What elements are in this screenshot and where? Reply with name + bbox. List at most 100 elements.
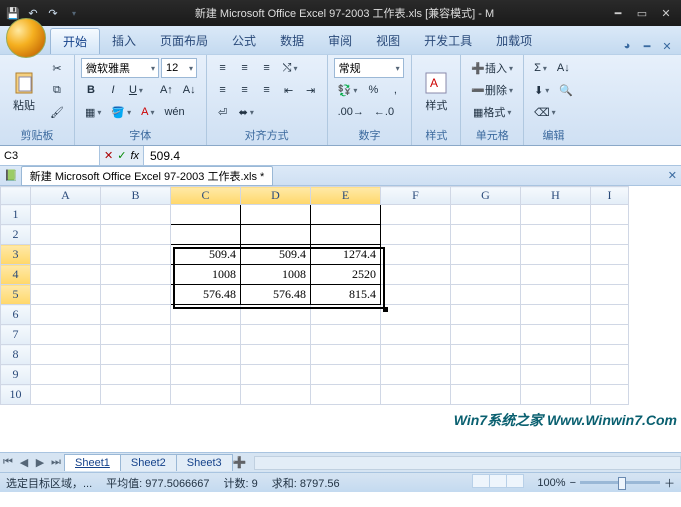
cell-G7[interactable]: [451, 325, 521, 345]
copy-button[interactable]: ⧉: [46, 80, 68, 100]
accounting-format-button[interactable]: 💱: [334, 80, 362, 100]
cell-E1[interactable]: [311, 205, 381, 225]
cell-D1[interactable]: [241, 205, 311, 225]
tab-插入[interactable]: 插入: [100, 28, 148, 54]
col-header-I[interactable]: I: [591, 187, 629, 205]
cell-F4[interactable]: [381, 265, 451, 285]
cell-C2[interactable]: [171, 225, 241, 245]
zoom-out-icon[interactable]: −: [570, 477, 576, 489]
align-top-button[interactable]: ≡: [213, 58, 233, 78]
cell-D3[interactable]: 509.4: [241, 245, 311, 265]
cell-I7[interactable]: [591, 325, 629, 345]
cell-G2[interactable]: [451, 225, 521, 245]
cell-B8[interactable]: [101, 345, 171, 365]
ribbon-help-icon[interactable]: ◕: [619, 38, 635, 54]
row-header-5[interactable]: 5: [1, 285, 31, 305]
row-header-9[interactable]: 9: [1, 365, 31, 385]
cell-F5[interactable]: [381, 285, 451, 305]
cell-D2[interactable]: [241, 225, 311, 245]
cell-H5[interactable]: [521, 285, 591, 305]
clear-button[interactable]: ⌫: [530, 102, 560, 122]
bold-button[interactable]: B: [81, 80, 101, 100]
row-header-2[interactable]: 2: [1, 225, 31, 245]
tab-数据[interactable]: 数据: [268, 28, 316, 54]
align-right-button[interactable]: ≡: [257, 80, 277, 100]
workbook-close-icon[interactable]: ✕: [668, 169, 677, 182]
cell-A5[interactable]: [31, 285, 101, 305]
cell-E10[interactable]: [311, 385, 381, 405]
col-header-E[interactable]: E: [311, 187, 381, 205]
cell-H3[interactable]: [521, 245, 591, 265]
cell-D10[interactable]: [241, 385, 311, 405]
cell-E8[interactable]: [311, 345, 381, 365]
font-color-button[interactable]: A: [137, 102, 158, 122]
paste-button[interactable]: 粘贴: [6, 58, 42, 126]
cell-C5[interactable]: 576.48: [171, 285, 241, 305]
cut-button[interactable]: ✂: [46, 58, 68, 78]
cell-H7[interactable]: [521, 325, 591, 345]
col-header-D[interactable]: D: [241, 187, 311, 205]
row-header-3[interactable]: 3: [1, 245, 31, 265]
cell-C6[interactable]: [171, 305, 241, 325]
decrease-decimal-button[interactable]: ←.0: [370, 102, 398, 122]
cell-H10[interactable]: [521, 385, 591, 405]
align-middle-button[interactable]: ≡: [235, 58, 255, 78]
cell-I2[interactable]: [591, 225, 629, 245]
formula-input[interactable]: 509.4: [144, 146, 681, 165]
qat-more-icon[interactable]: [64, 4, 82, 22]
cell-C8[interactable]: [171, 345, 241, 365]
zoom-in-icon[interactable]: ＋: [664, 475, 675, 491]
cell-I9[interactable]: [591, 365, 629, 385]
delete-cells-button[interactable]: ➖ 删除: [467, 80, 517, 100]
cell-I4[interactable]: [591, 265, 629, 285]
italic-button[interactable]: I: [103, 80, 123, 100]
sheet-tab-Sheet1[interactable]: Sheet1: [64, 454, 121, 471]
worksheet-grid[interactable]: ABCDEFGHI123509.4509.41274.4410081008252…: [0, 186, 681, 452]
cell-G5[interactable]: [451, 285, 521, 305]
row-header-7[interactable]: 7: [1, 325, 31, 345]
cell-F8[interactable]: [381, 345, 451, 365]
cell-F7[interactable]: [381, 325, 451, 345]
insert-cells-button[interactable]: ➕ 插入: [467, 58, 517, 78]
zoom-slider[interactable]: [580, 481, 660, 484]
row-header-10[interactable]: 10: [1, 385, 31, 405]
autosum-button[interactable]: Σ: [530, 58, 551, 78]
cell-E3[interactable]: 1274.4: [311, 245, 381, 265]
row-header-1[interactable]: 1: [1, 205, 31, 225]
fx-icon[interactable]: fx: [130, 150, 139, 162]
cell-I5[interactable]: [591, 285, 629, 305]
sheet-nav-last-icon[interactable]: ⏭: [48, 456, 64, 469]
new-sheet-icon[interactable]: ➕: [232, 456, 248, 469]
merge-center-button[interactable]: ⬌: [235, 102, 258, 122]
cell-H4[interactable]: [521, 265, 591, 285]
cell-C9[interactable]: [171, 365, 241, 385]
cancel-formula-icon[interactable]: ✕: [104, 149, 113, 162]
tab-开始[interactable]: 开始: [50, 28, 100, 54]
cell-G4[interactable]: [451, 265, 521, 285]
cell-G6[interactable]: [451, 305, 521, 325]
col-header-C[interactable]: C: [171, 187, 241, 205]
underline-button[interactable]: U: [125, 80, 147, 100]
percent-style-button[interactable]: %: [363, 80, 383, 100]
cell-I8[interactable]: [591, 345, 629, 365]
cell-C10[interactable]: [171, 385, 241, 405]
view-buttons[interactable]: [472, 474, 523, 491]
sheet-tab-Sheet2[interactable]: Sheet2: [120, 454, 177, 471]
cell-C1[interactable]: [171, 205, 241, 225]
cell-C7[interactable]: [171, 325, 241, 345]
cell-C4[interactable]: 1008: [171, 265, 241, 285]
row-header-6[interactable]: 6: [1, 305, 31, 325]
sheet-nav-first-icon[interactable]: ⏮: [0, 456, 16, 469]
cell-E7[interactable]: [311, 325, 381, 345]
cell-D7[interactable]: [241, 325, 311, 345]
tab-公式[interactable]: 公式: [220, 28, 268, 54]
cell-D8[interactable]: [241, 345, 311, 365]
close-icon[interactable]: ✕: [655, 5, 677, 21]
cell-A2[interactable]: [31, 225, 101, 245]
tab-视图[interactable]: 视图: [364, 28, 412, 54]
cell-H1[interactable]: [521, 205, 591, 225]
align-bottom-button[interactable]: ≡: [257, 58, 277, 78]
wrap-text-button[interactable]: ⏎: [213, 102, 233, 122]
tab-开发工具[interactable]: 开发工具: [412, 28, 484, 54]
cell-H6[interactable]: [521, 305, 591, 325]
